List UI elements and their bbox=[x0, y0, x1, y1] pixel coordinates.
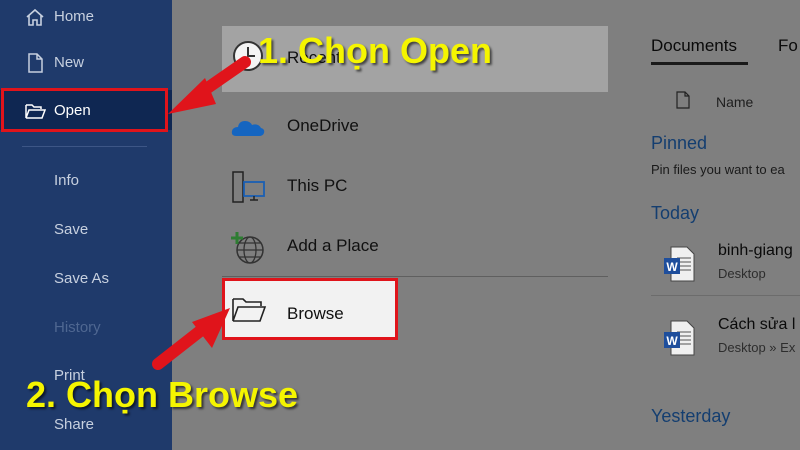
document-location: Desktop » Ex bbox=[718, 340, 796, 355]
document-title: binh-giang bbox=[718, 242, 793, 259]
nav-divider bbox=[22, 146, 147, 147]
nav-share-label: Share bbox=[54, 415, 95, 433]
computer-icon bbox=[232, 171, 265, 203]
nav-info[interactable]: Info bbox=[0, 160, 172, 200]
column-header-name[interactable]: Name bbox=[716, 94, 753, 110]
tab-folders[interactable]: Fo bbox=[778, 36, 798, 56]
nav-new-label: New bbox=[54, 53, 85, 71]
onedrive-icon bbox=[231, 121, 265, 136]
location-this-pc-label: This PC bbox=[287, 176, 348, 195]
file-type-icon bbox=[676, 91, 690, 109]
document-location: Desktop bbox=[718, 266, 766, 281]
active-tab-indicator bbox=[651, 62, 748, 65]
callout-step-2: 2. Chọn Browse bbox=[26, 374, 299, 415]
word-document-icon: W bbox=[664, 320, 695, 356]
tab-documents[interactable]: Documents bbox=[651, 36, 737, 56]
globe-add-icon bbox=[231, 232, 264, 264]
section-today: Today bbox=[651, 203, 700, 223]
recent-files-panel: Documents Fo Name Pinned Pin files you w… bbox=[612, 0, 800, 450]
nav-save-as-label: Save As bbox=[54, 269, 110, 287]
section-pinned: Pinned bbox=[651, 133, 708, 153]
nav-history-label: History bbox=[54, 318, 101, 336]
svg-text:W: W bbox=[666, 260, 678, 274]
location-this-pc[interactable]: This PC bbox=[222, 158, 608, 216]
folder-icon bbox=[232, 298, 267, 322]
section-yesterday: Yesterday bbox=[651, 406, 731, 426]
nav-new[interactable]: New bbox=[0, 42, 172, 82]
location-browse-label: Browse bbox=[287, 304, 344, 323]
nav-save-label: Save bbox=[54, 220, 89, 238]
nav-save[interactable]: Save bbox=[0, 209, 172, 249]
word-document-icon: W bbox=[664, 246, 695, 282]
nav-info-label: Info bbox=[54, 171, 80, 189]
location-add-place-label: Add a Place bbox=[287, 236, 379, 255]
location-add-place[interactable]: Add a Place bbox=[222, 218, 608, 276]
location-onedrive[interactable]: OneDrive bbox=[222, 98, 608, 156]
recent-document-row[interactable]: W binh-giang Desktop bbox=[651, 238, 800, 296]
location-onedrive-label: OneDrive bbox=[287, 116, 359, 135]
pinned-hint: Pin files you want to ea bbox=[651, 162, 785, 177]
row-separator bbox=[651, 295, 800, 296]
nav-home-label: Home bbox=[54, 7, 95, 25]
locations-separator bbox=[222, 276, 608, 277]
nav-save-as[interactable]: Save As bbox=[0, 258, 172, 298]
nav-home[interactable]: Home bbox=[0, 0, 172, 36]
callout-step-1: 1. Chọn Open bbox=[258, 30, 492, 71]
home-icon bbox=[26, 8, 44, 26]
new-document-icon bbox=[28, 53, 43, 73]
nav-history: History bbox=[0, 307, 172, 347]
location-browse[interactable]: Browse bbox=[222, 278, 398, 340]
recent-document-row[interactable]: W Cách sửa l Desktop » Ex bbox=[651, 312, 800, 370]
open-highlight-box bbox=[1, 88, 168, 132]
document-title: Cách sửa l bbox=[718, 316, 796, 333]
svg-text:W: W bbox=[666, 334, 678, 348]
